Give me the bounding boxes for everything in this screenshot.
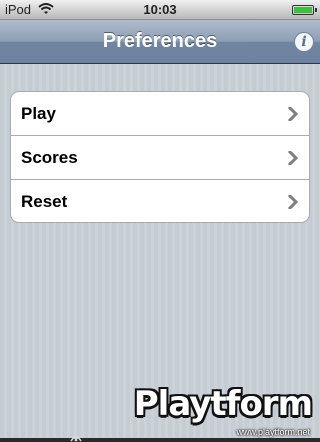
menu-item-reset[interactable]: Reset <box>11 180 309 222</box>
navigation-bar: Preferences i <box>0 20 320 64</box>
preferences-menu: Play Scores Reset <box>10 91 310 223</box>
bottom-edge <box>0 438 320 442</box>
chevron-right-icon <box>287 195 299 209</box>
watermark-url: www.playtform.net <box>236 427 310 437</box>
playtform-watermark: Playtform www.playtform.net <box>134 378 316 440</box>
battery-icon <box>292 5 317 15</box>
watermark-logo: Playtform <box>133 384 313 424</box>
status-bar: iPod 10:03 <box>0 0 320 20</box>
menu-item-play[interactable]: Play <box>11 92 309 136</box>
page-title: Preferences <box>102 30 218 52</box>
menu-item-label: Scores <box>21 148 78 167</box>
menu-item-label: Play <box>21 104 56 123</box>
info-icon[interactable]: i <box>294 32 314 52</box>
chevron-right-icon <box>287 107 299 121</box>
drag-handle-icon <box>70 436 82 442</box>
status-time: 10:03 <box>143 2 177 17</box>
menu-item-label: Reset <box>21 192 68 211</box>
menu-item-scores[interactable]: Scores <box>11 136 309 180</box>
chevron-right-icon <box>287 151 299 165</box>
